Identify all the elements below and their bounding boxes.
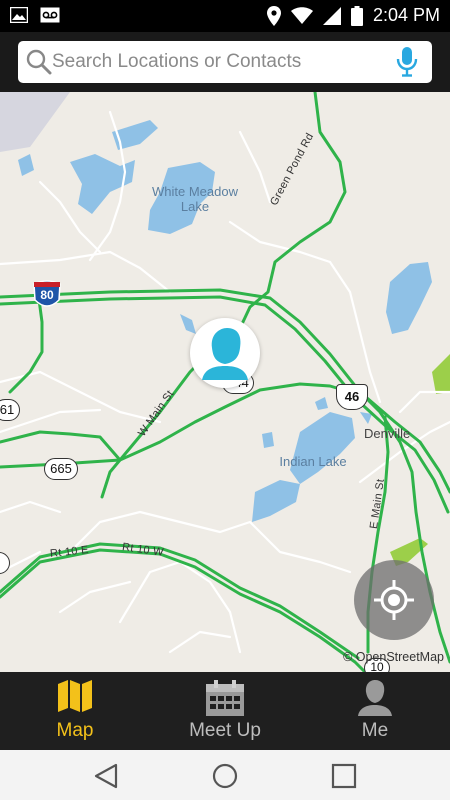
tab-map[interactable]: Map — [0, 672, 150, 750]
crosshair-icon — [374, 580, 414, 620]
shield-interstate-80: 80 — [40, 288, 54, 302]
tab-label-meet-up: Meet Up — [189, 720, 261, 741]
system-navigation-bar — [0, 750, 450, 800]
contact-marker[interactable] — [190, 318, 260, 388]
shield-route-665: 665 — [44, 458, 78, 480]
lake-label-indian: Indian Lake — [279, 454, 347, 469]
clock: 2:04 PM — [372, 5, 440, 25]
town-label: Denville — [364, 426, 411, 441]
shield-us-46: 46 — [336, 384, 368, 410]
status-bar: 2:04 PM — [0, 0, 450, 32]
back-icon[interactable] — [92, 762, 120, 790]
map-attribution[interactable]: © OpenStreetMap — [343, 650, 444, 664]
tab-label-me: Me — [361, 720, 389, 741]
cell-signal-icon — [322, 6, 341, 25]
wifi-icon — [290, 6, 313, 24]
search-input[interactable] — [52, 47, 392, 77]
search-bar[interactable] — [18, 41, 432, 83]
map-icon — [58, 680, 92, 712]
image-icon — [10, 7, 28, 23]
calendar-icon — [206, 680, 244, 716]
search-icon — [26, 49, 52, 75]
tab-me[interactable]: Me — [300, 672, 450, 750]
tab-meet-up[interactable]: Meet Up — [150, 672, 300, 750]
home-icon[interactable] — [211, 762, 239, 790]
tab-label-map: Map — [56, 720, 94, 741]
map-view[interactable]: White Meadow Lake Indian Lake Denville G… — [0, 92, 450, 672]
voicemail-icon — [40, 7, 60, 23]
recents-icon[interactable] — [330, 762, 358, 790]
person-avatar-icon — [202, 328, 248, 380]
microphone-icon[interactable] — [396, 47, 418, 77]
location-pin-icon — [266, 5, 281, 26]
person-icon — [358, 680, 392, 716]
battery-icon — [350, 5, 363, 26]
search-header — [0, 32, 450, 92]
lake-label-white-meadow: White Meadow Lake — [152, 184, 238, 214]
my-location-button[interactable] — [354, 560, 434, 640]
bottom-tab-bar: Map Meet Up Me — [0, 672, 450, 750]
